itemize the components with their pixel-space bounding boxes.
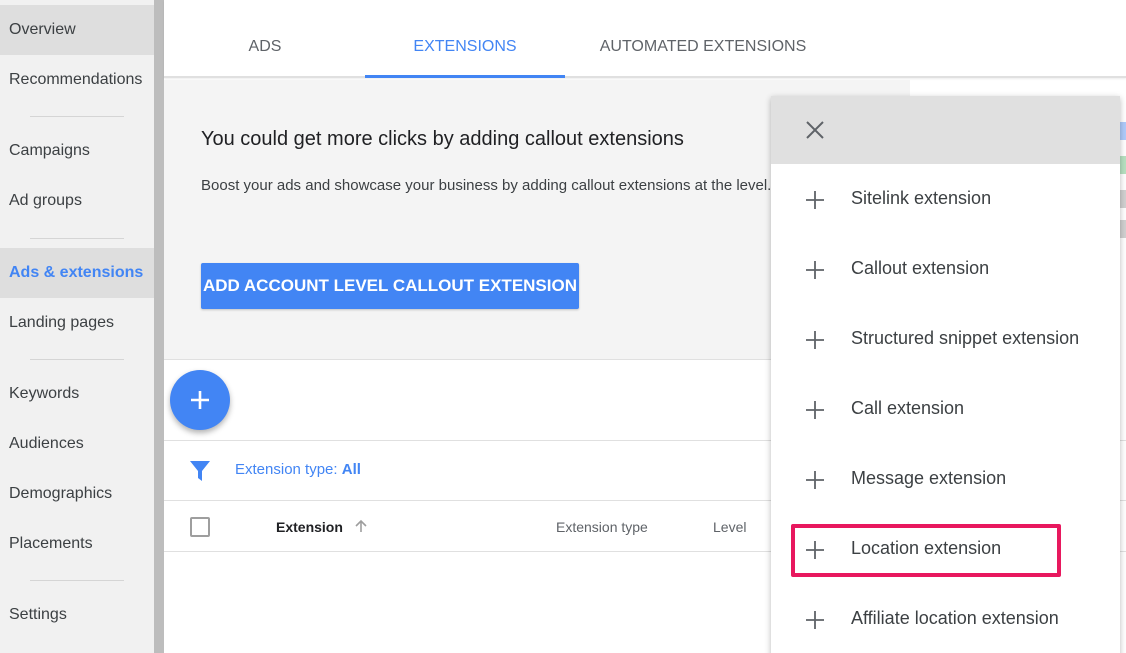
menu-item-call-extension[interactable]: Call extension bbox=[771, 374, 1120, 444]
plus-icon bbox=[806, 611, 824, 629]
select-all-checkbox[interactable] bbox=[190, 517, 210, 537]
column-header-extension-type[interactable]: Extension type bbox=[556, 519, 648, 535]
arrow-up-icon[interactable] bbox=[353, 518, 369, 534]
plus-icon bbox=[806, 261, 824, 279]
sidebar-item-keywords[interactable]: Keywords bbox=[0, 369, 154, 419]
sidebar-divider bbox=[30, 359, 124, 360]
plus-icon bbox=[806, 401, 824, 419]
menu-item-sitelink-extension[interactable]: Sitelink extension bbox=[771, 164, 1120, 234]
filter-extension-type[interactable]: Extension type: All bbox=[235, 461, 361, 478]
menu-item-label: Affiliate location extension bbox=[851, 608, 1059, 628]
filter-icon[interactable] bbox=[189, 460, 211, 482]
column-header-extension[interactable]: Extension bbox=[276, 519, 343, 535]
sidebar-item-placements[interactable]: Placements bbox=[0, 519, 154, 569]
sidebar-scroll-edge bbox=[154, 0, 164, 653]
highlight-box bbox=[791, 524, 1061, 577]
sidebar-item-ad-groups[interactable]: Ad groups bbox=[0, 176, 154, 226]
menu-item-label: Callout extension bbox=[851, 258, 990, 278]
tab-automated-extensions[interactable]: AUTOMATED EXTENSIONS bbox=[584, 0, 822, 76]
plus-icon bbox=[806, 191, 824, 209]
menu-item-label: Message extension bbox=[851, 468, 1007, 488]
add-extension-button[interactable] bbox=[170, 370, 230, 430]
menu-item-callout-extension[interactable]: Callout extension bbox=[771, 234, 1120, 304]
column-header-level[interactable]: Level bbox=[713, 519, 746, 535]
sidebar-item-audiences[interactable]: Audiences bbox=[0, 419, 154, 469]
tab-ads[interactable]: ADS bbox=[214, 0, 316, 76]
sidebar-item-landing-pages[interactable]: Landing pages bbox=[0, 298, 154, 348]
sidebar-divider bbox=[30, 116, 124, 117]
add-icon bbox=[191, 391, 209, 409]
add-callout-extension-button[interactable]: ADD ACCOUNT LEVEL CALLOUT EXTENSION bbox=[201, 263, 579, 309]
menu-item-message-extension[interactable]: Message extension bbox=[771, 444, 1120, 514]
sidebar-divider bbox=[30, 238, 124, 239]
sidebar-divider bbox=[30, 580, 124, 581]
sidebar-item-settings[interactable]: Settings bbox=[0, 590, 154, 640]
recommendation-title: You could get more clicks by adding call… bbox=[201, 128, 684, 150]
menu-item-label: Structured snippet extension bbox=[851, 328, 1080, 348]
menu-item-label: Sitelink extension bbox=[851, 188, 992, 208]
tab-extensions[interactable]: EXTENSIONS bbox=[365, 0, 565, 78]
tab-bar: ADS EXTENSIONS AUTOMATED EXTENSIONS bbox=[164, 0, 1126, 78]
close-icon[interactable] bbox=[805, 120, 825, 140]
menu-header bbox=[771, 96, 1120, 164]
sidebar: Overview Recommendations Campaigns Ad gr… bbox=[0, 0, 154, 653]
sidebar-item-recommendations[interactable]: Recommendations bbox=[0, 55, 154, 105]
menu-item-structured-snippet-extension[interactable]: Structured snippet extension bbox=[771, 304, 1120, 374]
plus-icon bbox=[806, 471, 824, 489]
sidebar-item-ads-extensions[interactable]: Ads & extensions bbox=[0, 248, 154, 298]
recommendation-description: Boost your ads and showcase your busines… bbox=[201, 177, 772, 194]
sidebar-item-campaigns[interactable]: Campaigns bbox=[0, 126, 154, 176]
filter-value: All bbox=[341, 461, 361, 478]
filter-label: Extension type: bbox=[235, 461, 342, 478]
sidebar-item-demographics[interactable]: Demographics bbox=[0, 469, 154, 519]
plus-icon bbox=[806, 331, 824, 349]
sidebar-item-overview[interactable]: Overview bbox=[0, 5, 154, 55]
menu-item-affiliate-location-extension[interactable]: Affiliate location extension bbox=[771, 584, 1120, 653]
menu-item-label: Call extension bbox=[851, 398, 965, 418]
